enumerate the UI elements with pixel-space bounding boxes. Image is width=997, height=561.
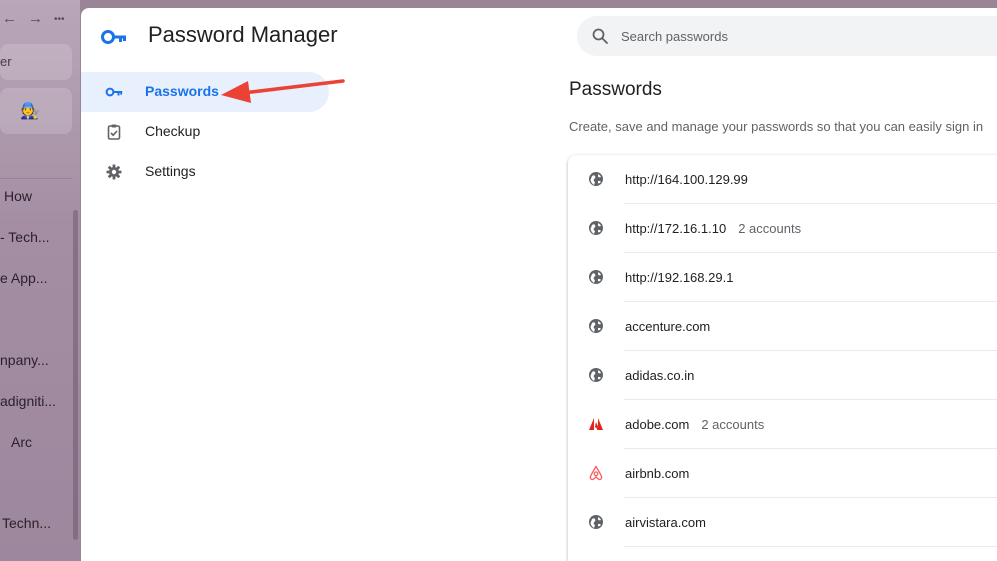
forward-button[interactable]: →	[28, 10, 43, 27]
search-input[interactable]	[621, 16, 997, 56]
browser-command-bar[interactable]: er	[0, 44, 72, 80]
more-button[interactable]: •••	[54, 14, 65, 25]
sidebar-tab[interactable]: adigniti...	[0, 393, 56, 409]
sidebar-tab[interactable]: Arc	[11, 434, 32, 450]
airbnb-icon	[589, 465, 603, 481]
sidebar-tab[interactable]: e App...	[0, 270, 47, 286]
nav-item-label: Settings	[145, 163, 196, 179]
globe-icon	[589, 515, 603, 529]
annotation-arrow	[221, 79, 345, 103]
sidebar-tab[interactable]: Techn...	[2, 515, 51, 531]
command-bar-text: er	[0, 54, 12, 69]
browser-nav: ← → •••	[0, 10, 80, 30]
password-row[interactable]: adobe.com 2 accounts	[568, 400, 997, 449]
globe-icon	[589, 319, 603, 333]
password-row[interactable]: airvistara.com	[568, 498, 997, 547]
globe-icon	[589, 221, 603, 235]
section-description: Create, save and manage your passwords s…	[569, 119, 984, 134]
site-url: airbnb.com	[625, 466, 690, 481]
globe-icon	[589, 368, 603, 382]
section-title: Passwords	[569, 79, 662, 100]
site-url: accenture.com	[625, 319, 711, 334]
password-row[interactable]: adidas.co.in	[568, 351, 997, 400]
password-list: http://164.100.129.99 http://172.16.1.10…	[568, 155, 997, 561]
site-url: http://172.16.1.10	[625, 221, 727, 236]
globe-icon	[589, 270, 603, 284]
site-url: http://192.168.29.1	[625, 270, 734, 285]
account-count: 2 accounts	[738, 221, 802, 236]
nav-item-settings[interactable]: Settings	[81, 152, 329, 192]
site-url: adidas.co.in	[625, 368, 695, 383]
password-row[interactable]: http://192.168.29.1	[568, 253, 997, 302]
search-icon	[592, 28, 608, 44]
sidebar-tab[interactable]: - Tech...	[0, 229, 50, 245]
password-row[interactable]: http://164.100.129.99	[568, 155, 997, 204]
key-icon	[101, 30, 126, 44]
sidebar-tab[interactable]: How	[4, 188, 32, 204]
account-count: 2 accounts	[701, 417, 765, 432]
site-url: http://164.100.129.99	[625, 172, 748, 187]
sidebar-scrollbar[interactable]	[73, 210, 78, 540]
search-bar[interactable]	[577, 16, 997, 56]
browser-sidebar: ← → ••• er 🧑‍🔧 How - Tech... e App... np…	[0, 0, 80, 561]
sidebar-tab[interactable]: npany...	[0, 352, 49, 368]
clipboard-check-icon	[107, 124, 121, 140]
pinned-tab-icon: 🧑‍🔧	[20, 103, 40, 120]
nav-item-checkup[interactable]: Checkup	[81, 112, 329, 152]
adobe-icon	[589, 418, 603, 430]
back-button[interactable]: ←	[2, 10, 17, 27]
nav-item-label: Passwords	[145, 83, 219, 99]
site-url: adobe.com	[625, 417, 690, 432]
page-title: Password Manager	[148, 22, 338, 47]
key-icon	[105, 87, 123, 97]
app-header: Password Manager	[81, 8, 997, 66]
sidebar-divider	[0, 178, 72, 179]
nav-item-label: Checkup	[145, 123, 201, 139]
password-row[interactable]: airbnb.com	[568, 449, 997, 498]
password-row[interactable]: http://172.16.1.10 2 accounts	[568, 204, 997, 253]
row-divider	[624, 546, 997, 547]
site-url: airvistara.com	[625, 515, 706, 530]
pinned-tab[interactable]: 🧑‍🔧	[0, 88, 72, 134]
password-row[interactable]: accenture.com	[568, 302, 997, 351]
globe-icon	[589, 172, 603, 186]
gear-icon	[106, 164, 122, 180]
